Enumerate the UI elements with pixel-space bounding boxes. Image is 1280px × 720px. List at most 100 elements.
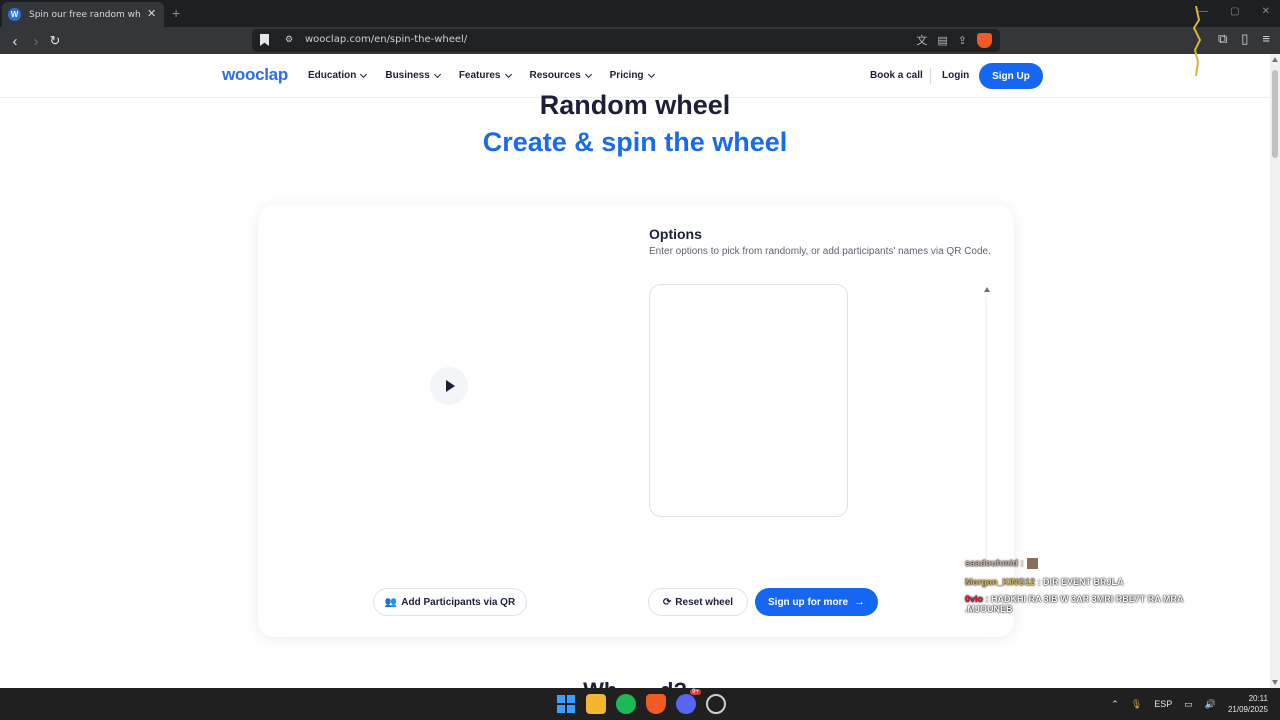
reset-wheel-button[interactable]: ⟳ Reset wheel (648, 588, 748, 616)
page-subtitle: Create & spin the wheel (482, 127, 788, 157)
sign-up-button[interactable]: Sign Up (979, 63, 1043, 89)
chevron-down-icon (504, 70, 512, 78)
options-title: Options (649, 226, 702, 242)
nav-divider (930, 68, 931, 84)
microphone-icon[interactable]: 🎙 (1131, 699, 1142, 710)
browser-tab-active[interactable]: W Spin our free random wheel for ... ✕ (2, 2, 164, 27)
arrow-right-icon: → (854, 596, 865, 608)
stream-chat-overlay: saadouhmid : Morgan_KING12 : DIR EVENT B… (965, 557, 1205, 621)
main-menu: Education Business Features Resources Pr… (308, 70, 673, 81)
forward-icon[interactable]: › (26, 31, 46, 51)
chat-text: DIR EVENT BRJLA (1043, 577, 1124, 587)
windows-start-icon[interactable] (556, 694, 576, 714)
window-controls: — ▢ ✕ (1198, 6, 1270, 17)
windows-taskbar: 9+ ⌃ 🎙 ESP ▭ 🔊 20:11 21/09/2025 (0, 688, 1280, 720)
menu-item-pricing[interactable]: Pricing (609, 70, 655, 81)
users-icon: 👥 (384, 596, 398, 608)
tab-close-icon[interactable]: ✕ (147, 9, 156, 20)
reload-icon[interactable]: ↻ (45, 31, 65, 51)
chevron-down-icon (584, 70, 592, 78)
reset-wheel-label: Reset wheel (675, 596, 734, 608)
sidebar-icon[interactable]: ▯ (1241, 31, 1248, 47)
chat-username: Morgan_KING12 (965, 577, 1036, 587)
menu-icon[interactable]: ≡ (1262, 31, 1270, 47)
options-scrollbar[interactable] (985, 297, 987, 567)
menu-item-resources[interactable]: Resources (529, 70, 592, 81)
file-explorer-icon[interactable] (586, 694, 606, 714)
brave-shields-icon[interactable] (977, 32, 992, 48)
site-info-icon[interactable]: ⚙ (285, 34, 297, 46)
share-icon[interactable]: ⇪ (958, 34, 967, 47)
clock[interactable]: 20:11 21/09/2025 (1228, 693, 1268, 715)
clock-date: 21/09/2025 (1227, 705, 1268, 714)
chat-username: 0vlo (965, 594, 984, 604)
menu-label: Pricing (609, 70, 644, 81)
menu-item-education[interactable]: Education (308, 70, 368, 81)
book-call-link[interactable]: Book a call (870, 70, 923, 81)
volume-icon[interactable]: 🔊 (1205, 699, 1216, 710)
back-icon[interactable]: ‹ (5, 31, 25, 51)
brave-browser-icon[interactable] (646, 694, 666, 714)
menu-label: Business (385, 70, 430, 81)
page-title: Random wheel (539, 90, 731, 120)
overlay-lightning-graphic (1192, 6, 1202, 76)
wooclap-favicon-icon: W (8, 8, 21, 21)
menu-label: Resources (529, 70, 581, 81)
chevron-down-icon (360, 70, 368, 78)
toolbar-right: ⧉ ▯ ≡ (1218, 31, 1270, 47)
spotify-icon[interactable] (616, 694, 636, 714)
menu-item-features[interactable]: Features (458, 70, 512, 81)
scroll-down-icon[interactable] (1272, 680, 1278, 685)
chat-emote-icon (1026, 557, 1040, 570)
next-section-heading: Wh... ...d? (0, 678, 1270, 688)
play-icon (445, 380, 455, 392)
add-participants-qr-button[interactable]: 👥 Add Participants via QR (373, 588, 527, 616)
refresh-icon: ⟳ (662, 596, 672, 608)
add-participants-label: Add Participants via QR (401, 596, 516, 608)
chat-separator: : (983, 594, 992, 604)
chat-username: saadouhmid (965, 557, 1019, 568)
translate-icon[interactable]: 文 (916, 32, 927, 48)
system-tray: ⌃ 🎙 ESP ▭ 🔊 20:11 21/09/2025 (1111, 693, 1268, 715)
extensions-icon[interactable]: ⧉ (1218, 31, 1227, 47)
chevron-up-icon[interactable]: ⌃ (1111, 699, 1119, 710)
clock-time: 20:11 (1248, 694, 1268, 703)
sign-up-more-label: Sign up for more (768, 596, 848, 608)
network-icon[interactable]: ▭ (1184, 699, 1193, 710)
browser-tabbar: W Spin our free random wheel for ... ✕ +… (0, 0, 1280, 27)
wooclap-logo[interactable]: wooclap (222, 65, 288, 85)
url-text[interactable]: wooclap.com/en/spin-the-wheel/ (305, 34, 467, 45)
reader-mode-icon[interactable]: ▤ (937, 34, 947, 47)
discord-icon[interactable]: 9+ (676, 689, 701, 714)
new-tab-button[interactable]: + (172, 6, 180, 20)
chat-separator: : (1035, 577, 1044, 587)
spin-button[interactable] (430, 367, 468, 405)
wheel-card: Options Enter options to pick from rando… (258, 205, 1014, 637)
scroll-thumb[interactable] (1272, 70, 1278, 158)
obs-icon[interactable] (706, 694, 726, 714)
notification-badge: 9+ (690, 689, 701, 695)
login-link[interactable]: Login (942, 70, 969, 81)
close-window-button[interactable]: ✕ (1262, 6, 1270, 17)
options-scroll-up-icon[interactable] (984, 287, 990, 292)
menu-label: Features (458, 70, 501, 81)
menu-item-business[interactable]: Business (385, 70, 441, 81)
page-scrollbar[interactable] (1270, 54, 1280, 688)
language-indicator[interactable]: ESP (1154, 699, 1172, 709)
chevron-down-icon (433, 70, 441, 78)
maximize-button[interactable]: ▢ (1230, 6, 1239, 17)
chat-message: Morgan_KING12 : DIR EVENT BRJLA (965, 577, 1205, 587)
address-bar[interactable]: ⚙ wooclap.com/en/spin-the-wheel/ 文 ▤ ⇪ (252, 29, 1000, 52)
chat-text: HADKHI RA 3IB W 3AR 3MRI RBE7T RA MRA .M… (965, 594, 1184, 614)
bookmark-icon[interactable] (260, 34, 269, 46)
scroll-up-icon[interactable] (1272, 57, 1278, 62)
options-description: Enter options to pick from randomly, or … (649, 246, 991, 257)
taskbar-apps: 9+ (556, 689, 726, 714)
tab-title: Spin our free random wheel for ... (29, 9, 141, 20)
chat-message: saadouhmid : (965, 557, 1205, 570)
sign-up-for-more-button[interactable]: Sign up for more → (755, 588, 878, 616)
browser-toolbar: ‹ › ↻ ⚙ wooclap.com/en/spin-the-wheel/ 文… (0, 27, 1280, 54)
options-textarea[interactable] (649, 284, 848, 517)
chat-separator: : (1018, 557, 1024, 568)
menu-label: Education (308, 70, 357, 81)
